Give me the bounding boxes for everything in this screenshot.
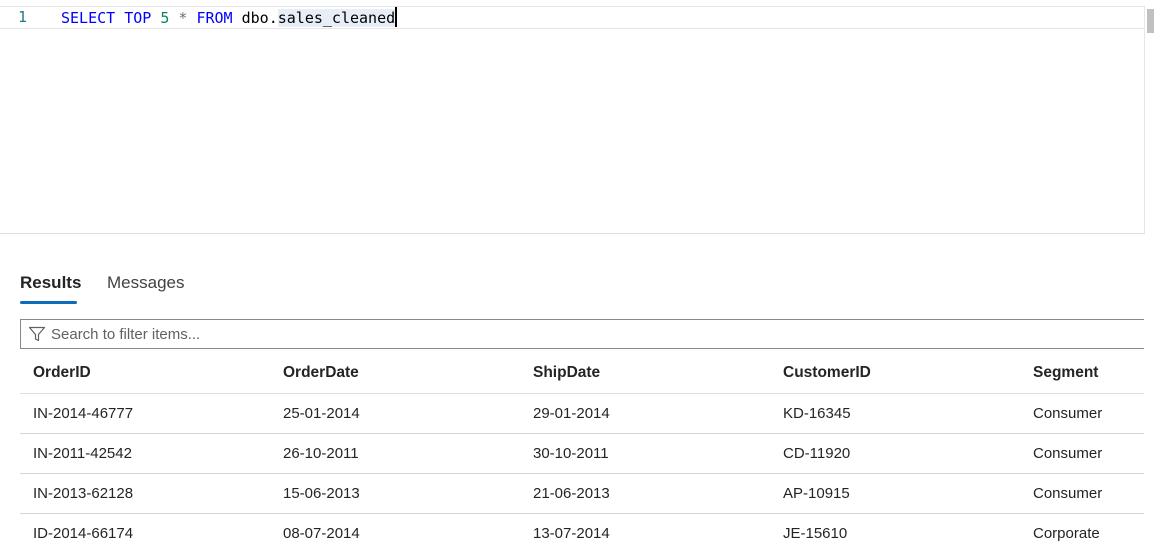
- filter-icon: [28, 326, 46, 342]
- table-cell[interactable]: AP-10915: [783, 474, 850, 513]
- schema-name: dbo.: [241, 9, 278, 27]
- table-cell[interactable]: 21-06-2013: [533, 474, 610, 513]
- editor-scrollbar[interactable]: [1144, 6, 1161, 234]
- column-header-orderdate[interactable]: OrderDate: [283, 352, 359, 393]
- filter-box[interactable]: [20, 319, 1144, 349]
- grid-header-row: OrderID OrderDate ShipDate CustomerID Se…: [20, 352, 1144, 394]
- table-cell[interactable]: 13-07-2014: [533, 514, 610, 545]
- table-cell[interactable]: 15-06-2013: [283, 474, 360, 513]
- table-row[interactable]: IN-2013-62128 15-06-2013 21-06-2013 AP-1…: [20, 474, 1144, 514]
- table-cell[interactable]: Consumer: [1033, 434, 1102, 473]
- column-header-orderid[interactable]: OrderID: [33, 352, 91, 393]
- table-cell[interactable]: ID-2014-66174: [33, 514, 133, 545]
- table-cell[interactable]: IN-2014-46777: [33, 394, 133, 433]
- table-cell[interactable]: IN-2011-42542: [33, 434, 132, 473]
- table-cell[interactable]: IN-2013-62128: [33, 474, 133, 513]
- query-editor[interactable]: 1 SELECT TOP 5 * FROM dbo.sales_cleaned: [0, 0, 1161, 234]
- table-cell[interactable]: 29-01-2014: [533, 394, 610, 433]
- table-cell[interactable]: KD-16345: [783, 394, 851, 433]
- tab-results[interactable]: Results: [20, 272, 81, 304]
- line-number: 1: [18, 8, 28, 26]
- table-cell[interactable]: 08-07-2014: [283, 514, 360, 545]
- table-cell[interactable]: JE-15610: [783, 514, 847, 545]
- editor-scrollbar-thumb[interactable]: [1147, 9, 1154, 33]
- table-cell[interactable]: 25-01-2014: [283, 394, 360, 433]
- keyword-select: SELECT: [61, 9, 116, 27]
- table-cell[interactable]: Corporate: [1033, 514, 1100, 545]
- table-name: sales_cleaned: [277, 9, 396, 27]
- search-input[interactable]: [51, 322, 1131, 346]
- table-cell[interactable]: Consumer: [1033, 394, 1102, 433]
- table-cell[interactable]: CD-11920: [783, 434, 850, 473]
- column-header-shipdate[interactable]: ShipDate: [533, 352, 600, 393]
- results-grid: OrderID OrderDate ShipDate CustomerID Se…: [20, 352, 1144, 545]
- table-row[interactable]: IN-2014-46777 25-01-2014 29-01-2014 KD-1…: [20, 394, 1144, 434]
- table-cell[interactable]: 30-10-2011: [533, 434, 609, 473]
- table-cell[interactable]: Consumer: [1033, 474, 1102, 513]
- sql-statement[interactable]: SELECT TOP 5 * FROM dbo.sales_cleaned: [61, 7, 398, 29]
- keyword-from: FROM: [196, 9, 233, 27]
- star-operator: *: [178, 9, 188, 27]
- column-header-segment[interactable]: Segment: [1033, 352, 1098, 393]
- table-row[interactable]: ID-2014-66174 08-07-2014 13-07-2014 JE-1…: [20, 514, 1144, 545]
- table-row[interactable]: IN-2011-42542 26-10-2011 30-10-2011 CD-1…: [20, 434, 1144, 474]
- tab-messages[interactable]: Messages: [107, 272, 184, 294]
- code-line-1[interactable]: 1 SELECT TOP 5 * FROM dbo.sales_cleaned: [0, 6, 1144, 29]
- keyword-top: TOP: [124, 9, 152, 27]
- text-cursor: [395, 7, 398, 27]
- column-header-customerid[interactable]: CustomerID: [783, 352, 871, 393]
- number-literal: 5: [160, 9, 170, 27]
- table-cell[interactable]: 26-10-2011: [283, 434, 359, 473]
